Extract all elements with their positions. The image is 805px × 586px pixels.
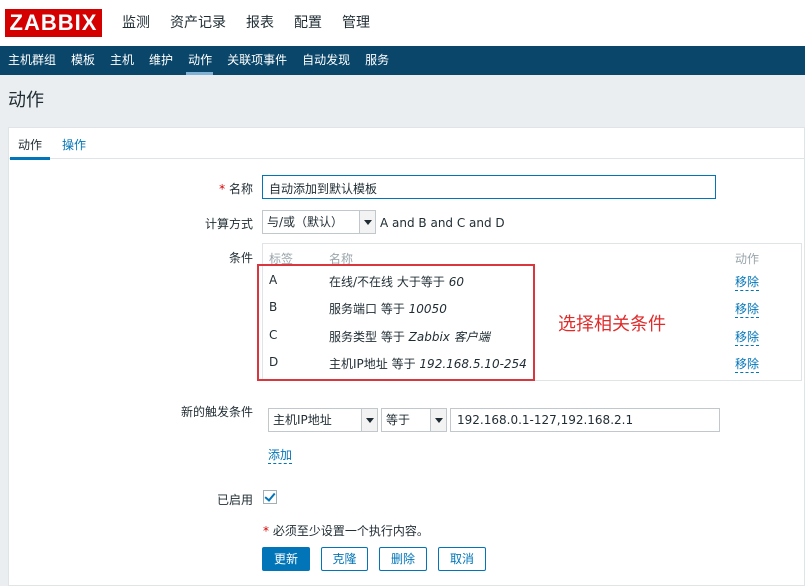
remove-link[interactable]: 移除 [735,355,760,373]
col-header-action: 动作 [735,252,760,266]
clone-button[interactable]: 克隆 [321,547,368,571]
zabbix-logo[interactable]: ZABBIX [5,9,102,37]
new-condition-value-input[interactable]: 192.168.0.1-127,192.168.2.1 [450,408,720,432]
sub-nav-services[interactable]: 服务 [357,46,396,75]
sub-nav-hosts[interactable]: 主机 [102,46,141,75]
calc-label: 计算方式 [204,217,253,231]
enabled-checkbox[interactable] [263,490,277,504]
tab-action[interactable]: 动作 [9,136,51,160]
sub-nav-event-correlation[interactable]: 关联项事件 [219,46,294,75]
name-input[interactable]: 自动添加到默认模板 [262,175,716,199]
required-marker: * [219,182,226,196]
new-condition-operator-value: 等于 [386,413,411,427]
update-button[interactable]: 更新 [262,547,310,571]
remove-link[interactable]: 移除 [735,328,760,346]
delete-button[interactable]: 删除 [379,547,427,571]
calc-expression: A and B and C and D [380,216,505,230]
calc-method-select[interactable]: 与/或（默认） [262,210,376,234]
name-label: * 名称 [189,180,253,197]
remove-link[interactable]: 移除 [735,300,760,318]
page-title: 动作 [8,90,44,111]
sub-nav-actions[interactable]: 动作 [180,46,219,75]
remove-link[interactable]: 移除 [735,273,760,291]
cancel-button[interactable]: 取消 [438,547,486,571]
conditions-label: 条件 [228,251,253,265]
annotation-text: 选择相关条件 [558,314,666,335]
enabled-label: 已启用 [216,493,253,507]
calc-method-value: 与/或（默认） [267,215,344,229]
annotation-highlight-box [257,264,535,381]
chevron-down-icon [361,409,377,431]
sub-nav-discovery[interactable]: 自动发现 [294,46,357,75]
sub-nav-templates[interactable]: 模板 [63,46,102,75]
new-condition-operator-select[interactable]: 等于 [381,408,447,432]
chevron-down-icon [430,409,446,431]
sub-nav-host-groups[interactable]: 主机群组 [0,46,63,75]
add-condition-link[interactable]: 添加 [268,446,293,464]
top-nav-monitoring[interactable]: 监测 [112,0,160,46]
top-nav-administration[interactable]: 管理 [332,0,380,46]
sub-nav: 主机群组 模板 主机 维护 动作 关联项事件 自动发现 服务 [0,46,805,75]
tab-bar: 动作 操作 [9,128,804,160]
new-condition-type-value: 主机IP地址 [273,413,332,427]
top-nav-configuration[interactable]: 配置 [284,0,332,46]
top-nav-reports[interactable]: 报表 [236,0,284,46]
tab-operations[interactable]: 操作 [62,136,86,153]
required-note-text: 必须至少设置一个执行内容。 [272,524,429,538]
name-label-text: 名称 [228,182,253,196]
top-nav: 监测 资产记录 报表 配置 管理 [112,0,380,46]
new-condition-label: 新的触发条件 [180,405,253,419]
required-marker: * [263,524,269,538]
top-nav-inventory[interactable]: 资产记录 [160,0,236,46]
new-condition-type-select[interactable]: 主机IP地址 [268,408,378,432]
top-bar: ZABBIX 监测 资产记录 报表 配置 管理 [0,0,805,46]
required-note: * 必须至少设置一个执行内容。 [263,522,429,539]
sub-nav-maintenance[interactable]: 维护 [141,46,180,75]
chevron-down-icon [359,211,375,233]
